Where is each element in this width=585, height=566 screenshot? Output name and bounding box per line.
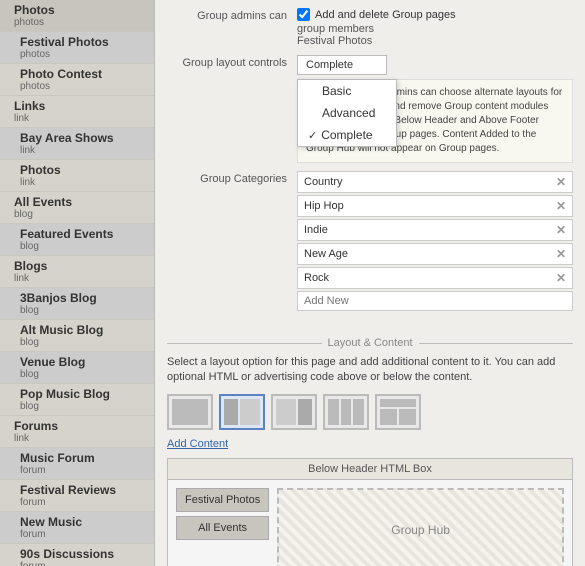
sidebar-item-3banjos[interactable]: 3Banjos Blog blog bbox=[0, 288, 154, 320]
layout-controls-row: Group layout controls Complete Basic Adv… bbox=[167, 55, 573, 163]
layout-thumb-full[interactable] bbox=[167, 394, 213, 430]
add-delete-pages-label: Add and delete Group pages bbox=[315, 9, 456, 21]
layout-thumb-two-col-left[interactable] bbox=[219, 394, 265, 430]
dropdown-option-complete[interactable]: Complete bbox=[298, 124, 396, 146]
layout-thumb-two-col-right[interactable] bbox=[271, 394, 317, 430]
html-box-content: Festival Photos All Events Group Hub bbox=[168, 480, 572, 566]
layout-top-block bbox=[380, 399, 416, 407]
category-rock-remove[interactable]: ✕ bbox=[556, 271, 566, 285]
sidebar-item-festival-photos[interactable]: Festival Photos photos bbox=[0, 32, 154, 64]
sidebar-item-photo-contest[interactable]: Photo Contest photos bbox=[0, 64, 154, 96]
layout-section-divider: Layout & Content bbox=[167, 337, 573, 349]
categories-row: Group Categories Country ✕ Hip Hop ✕ Ind… bbox=[167, 171, 573, 311]
layout-col-main bbox=[276, 399, 296, 425]
festival-photos-text: Festival Photos bbox=[297, 35, 573, 47]
sidebar-item-featured-events[interactable]: Featured Events blog bbox=[0, 224, 154, 256]
layout-dropdown-container: Complete Basic Advanced Complete bbox=[297, 55, 573, 75]
sidebar-item-new-music[interactable]: New Music forum bbox=[0, 512, 154, 544]
sidebar-item-blogs[interactable]: Blogs link bbox=[0, 256, 154, 288]
hub-button-festival-photos[interactable]: Festival Photos bbox=[176, 488, 269, 512]
form-section: Group admins can Add and delete Group pa… bbox=[155, 0, 585, 327]
below-header-html-box: Below Header HTML Box Festival Photos Al… bbox=[167, 458, 573, 566]
sidebar-item-links[interactable]: Links link bbox=[0, 96, 154, 128]
category-indie-remove[interactable]: ✕ bbox=[556, 223, 566, 237]
category-country-remove[interactable]: ✕ bbox=[556, 175, 566, 189]
layout-section-description: Select a layout option for this page and… bbox=[155, 355, 585, 386]
group-admins-label: Group admins can bbox=[167, 8, 297, 22]
hub-buttons: Festival Photos All Events bbox=[176, 488, 269, 566]
sidebar: Photos photos Festival Photos photos Pho… bbox=[0, 0, 155, 566]
layout-three-col-2 bbox=[341, 399, 352, 425]
dropdown-option-advanced[interactable]: Advanced bbox=[298, 102, 396, 124]
category-newage: New Age ✕ bbox=[297, 243, 573, 265]
layout-three-col-1 bbox=[328, 399, 339, 425]
sidebar-item-90s[interactable]: 90s Discussions forum bbox=[0, 544, 154, 566]
sidebar-item-bay-area[interactable]: Bay Area Shows link bbox=[0, 128, 154, 160]
sidebar-item-all-events[interactable]: All Events blog bbox=[0, 192, 154, 224]
sidebar-item-photos-link[interactable]: Photos link bbox=[0, 160, 154, 192]
categories-label: Group Categories bbox=[167, 171, 297, 185]
category-country: Country ✕ bbox=[297, 171, 573, 193]
sidebar-item-photos[interactable]: Photos photos bbox=[0, 0, 154, 32]
layout-dropdown-trigger[interactable]: Complete bbox=[297, 55, 387, 75]
layout-thumb-three-row bbox=[328, 399, 364, 425]
layout-bottom-row bbox=[380, 409, 416, 425]
group-admins-row: Group admins can Add and delete Group pa… bbox=[167, 8, 573, 47]
sidebar-item-alt-music[interactable]: Alt Music Blog blog bbox=[0, 320, 154, 352]
add-delete-pages-checkbox[interactable] bbox=[297, 8, 310, 21]
layout-controls-content: Complete Basic Advanced Complete Complet… bbox=[297, 55, 573, 163]
layout-col-side bbox=[298, 399, 312, 425]
add-delete-pages-row: Add and delete Group pages bbox=[297, 8, 573, 21]
category-newage-remove[interactable]: ✕ bbox=[556, 247, 566, 261]
sidebar-item-pop-music[interactable]: Pop Music Blog blog bbox=[0, 384, 154, 416]
main-content: Group admins can Add and delete Group pa… bbox=[155, 0, 585, 566]
hub-button-all-events[interactable]: All Events bbox=[176, 516, 269, 540]
group-admins-content: Add and delete Group pages group members… bbox=[297, 8, 573, 47]
add-content-link[interactable]: Add Content bbox=[155, 438, 585, 450]
layout-thumb-two-col-row bbox=[224, 399, 260, 425]
layout-thumb-two-col-right-row bbox=[276, 399, 312, 425]
layout-three-col-3 bbox=[353, 399, 364, 425]
sidebar-item-music-forum[interactable]: Music Forum forum bbox=[0, 448, 154, 480]
categories-content: Country ✕ Hip Hop ✕ Indie ✕ New Age ✕ Ro… bbox=[297, 171, 573, 311]
hub-placeholder: Group Hub bbox=[277, 488, 564, 566]
layout-col-left bbox=[224, 399, 238, 425]
layout-options bbox=[155, 394, 585, 430]
sidebar-item-forums[interactable]: Forums link bbox=[0, 416, 154, 448]
layout-bottom-col-2 bbox=[399, 409, 416, 425]
layout-thumb-top-two[interactable] bbox=[375, 394, 421, 430]
category-hiphop: Hip Hop ✕ bbox=[297, 195, 573, 217]
sidebar-item-venue-blog[interactable]: Venue Blog blog bbox=[0, 352, 154, 384]
layout-thumb-three-col[interactable] bbox=[323, 394, 369, 430]
layout-bottom-col-1 bbox=[380, 409, 397, 425]
add-new-category-input[interactable] bbox=[297, 291, 573, 311]
layout-controls-label: Group layout controls bbox=[167, 55, 297, 69]
layout-thumb-full-block bbox=[172, 399, 208, 425]
layout-col-right bbox=[240, 399, 260, 425]
category-rock: Rock ✕ bbox=[297, 267, 573, 289]
layout-dropdown-menu: Basic Advanced Complete bbox=[297, 79, 397, 147]
category-indie: Indie ✕ bbox=[297, 219, 573, 241]
sidebar-item-festival-reviews[interactable]: Festival Reviews forum bbox=[0, 480, 154, 512]
html-box-title: Below Header HTML Box bbox=[168, 459, 572, 480]
group-members-text: group members bbox=[297, 23, 573, 35]
dropdown-option-basic[interactable]: Basic bbox=[298, 80, 396, 102]
category-hiphop-remove[interactable]: ✕ bbox=[556, 199, 566, 213]
